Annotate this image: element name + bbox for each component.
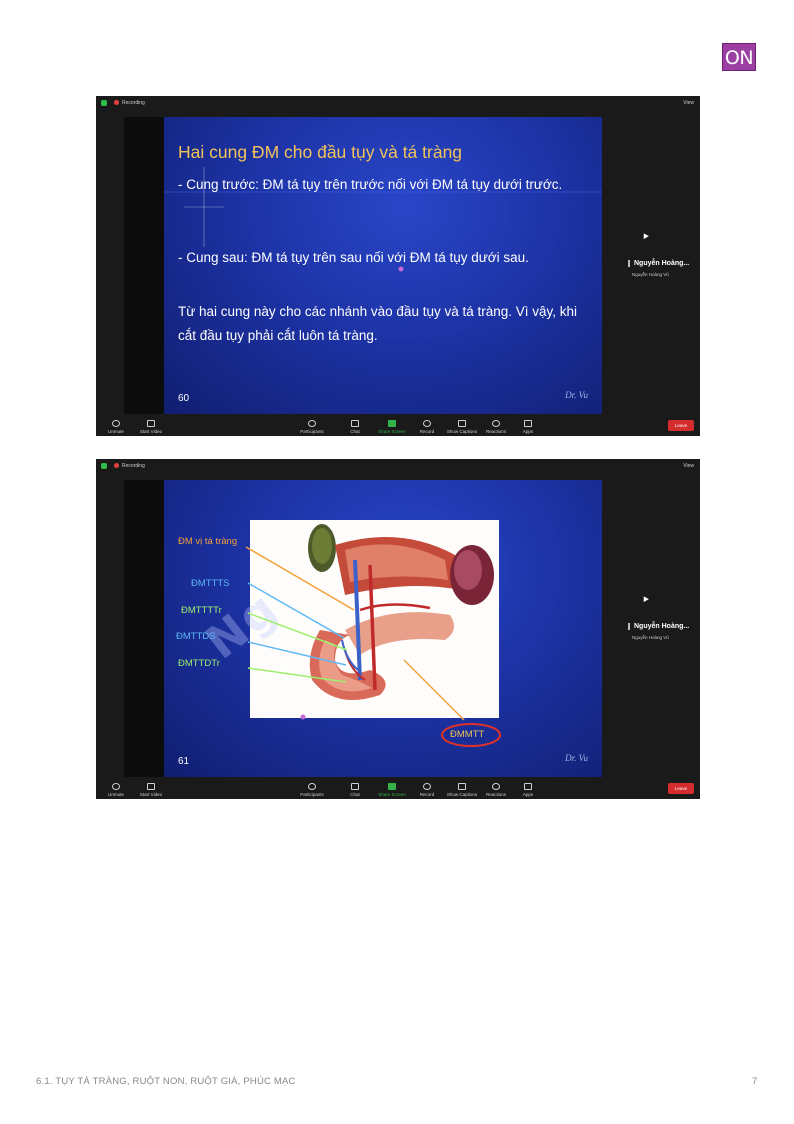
shield-icon [101,100,107,106]
record-label: Record [419,429,435,434]
shared-slide: Hai cung ĐM cho đầu tụy và tá tràng - Cu… [164,117,602,414]
recording-icon [114,463,119,468]
shield-icon [101,463,107,469]
video-letterbox-left [124,117,164,414]
reactions-icon [492,420,500,427]
zoom-toolbar: Unmute Start Video Participants Chat Sha… [96,777,700,799]
participant-tile[interactable]: Nguyễn Hoàng... Nguyễn Hoàng Vũ [628,623,696,640]
view-button[interactable]: View [683,463,694,469]
captions-icon [458,420,466,427]
label-pointer-lines [245,546,501,747]
start-video-button[interactable]: Start Video [131,783,171,797]
leave-button[interactable]: Leave [668,783,694,794]
label-mtttr: ĐMTTTTr [181,605,222,616]
leave-button[interactable]: Leave [668,420,694,431]
participants-label: Participants [300,792,324,797]
slide-number: 60 [178,393,190,404]
shared-slide: Ng ĐM vị tá tràng ĐMTTTS ĐMTTTTr ĐMTTDS … [164,480,602,777]
share-screen-label: Share Screen [378,429,406,434]
unmute-label: Unmute [108,429,124,434]
label-mttts: ĐMTTTS [191,578,230,589]
slide-line-conclusion: Từ hai cung này cho các nhánh vào đầu tụ… [178,304,578,343]
slide-number: 61 [178,756,190,767]
brand-logo: ON [722,43,756,71]
record-label: Record [419,792,435,797]
slide-title: Hai cung ĐM cho đầu tụy và tá tràng [178,142,463,162]
share-screen-icon [388,420,396,427]
view-button[interactable]: View [683,100,694,106]
show-captions-label: Show Captions [446,429,478,434]
apps-icon [524,783,532,790]
camera-icon [147,420,155,427]
reactions-label: Reactions [485,792,506,797]
chat-button[interactable]: Chat [335,420,375,434]
zoom-screenshot-1: Recording View Hai cung ĐM cho đầu tụy v… [96,96,700,436]
participants-icon [308,783,316,790]
slide-signature: Dr. Vu [565,753,588,763]
camera-icon [147,783,155,790]
footer-section-title: 6.1. TỤY TÁ TRÀNG, RUỘT NON, RUỘT GIÀ, P… [36,1076,296,1087]
reactions-icon [492,783,500,790]
label-mttdtr: ĐMTTDTr [178,658,220,669]
record-icon [423,420,431,427]
apps-button[interactable]: Apps [508,783,548,797]
participants-button[interactable]: Participants [292,783,332,797]
footer-page-number: 7 [752,1076,758,1087]
chat-label: Chat [350,429,360,434]
unmute-button[interactable]: Unmute [96,783,136,797]
zoom-topbar: Recording View [96,459,700,473]
unmute-label: Unmute [108,792,124,797]
participants-button[interactable]: Participants [292,420,332,434]
zoom-toolbar: Unmute Start Video Participants Chat Sha… [96,414,700,436]
zoom-screenshot-2: Recording View Ng ĐM vị tá tràng ĐMTTTS … [96,459,700,799]
video-letterbox-left [124,480,164,777]
recording-label: Recording [122,462,145,469]
label-gastroduodenal-artery: ĐM vị tá tràng [178,536,238,547]
chat-icon [351,420,359,427]
participant-name: Nguyễn Hoàng... [628,623,696,630]
recording-icon [114,100,119,105]
reactions-label: Reactions [485,429,506,434]
zoom-topbar: Recording View [96,96,700,110]
show-captions-label: Show Captions [446,792,478,797]
share-screen-icon [388,783,396,790]
mouse-cursor-icon [641,231,649,240]
chat-label: Chat [350,792,360,797]
apps-label: Apps [522,792,534,797]
mouse-cursor-icon [641,594,649,603]
participant-tile[interactable]: Nguyễn Hoàng... Nguyễn Hoàng Vũ [628,260,696,277]
participant-name: Nguyễn Hoàng... [628,260,696,267]
microphone-icon [112,783,120,790]
captions-icon [458,783,466,790]
share-screen-button[interactable]: Share Screen [372,420,412,434]
slide-line-posterior-arcade: - Cung sau: ĐM tá tụy trên sau nối với Đ… [178,250,529,265]
label-mttds: ĐMTTDS [176,631,216,642]
participants-label: Participants [300,429,324,434]
record-button[interactable]: Record [407,783,447,797]
share-screen-label: Share Screen [378,792,406,797]
participants-icon [308,420,316,427]
label-mmtt: ĐMMTT [450,729,485,740]
chat-button[interactable]: Chat [335,783,375,797]
slide-line-anterior-arcade: - Cung trước: ĐM tá tụy trên trước nối v… [178,177,563,192]
start-video-label: Start Video [139,792,163,797]
slide-signature: Dr. Vu [565,390,588,400]
record-button[interactable]: Record [407,420,447,434]
participant-subname: Nguyễn Hoàng Vũ [632,635,669,640]
recording-label: Recording [122,99,145,106]
start-video-button[interactable]: Start Video [131,420,171,434]
share-screen-button[interactable]: Share Screen [372,783,412,797]
apps-icon [524,420,532,427]
chat-icon [351,783,359,790]
record-icon [423,783,431,790]
microphone-icon [112,420,120,427]
unmute-button[interactable]: Unmute [96,420,136,434]
participant-subname: Nguyễn Hoàng Vũ [632,272,669,277]
start-video-label: Start Video [139,429,163,434]
apps-label: Apps [522,429,534,434]
apps-button[interactable]: Apps [508,420,548,434]
